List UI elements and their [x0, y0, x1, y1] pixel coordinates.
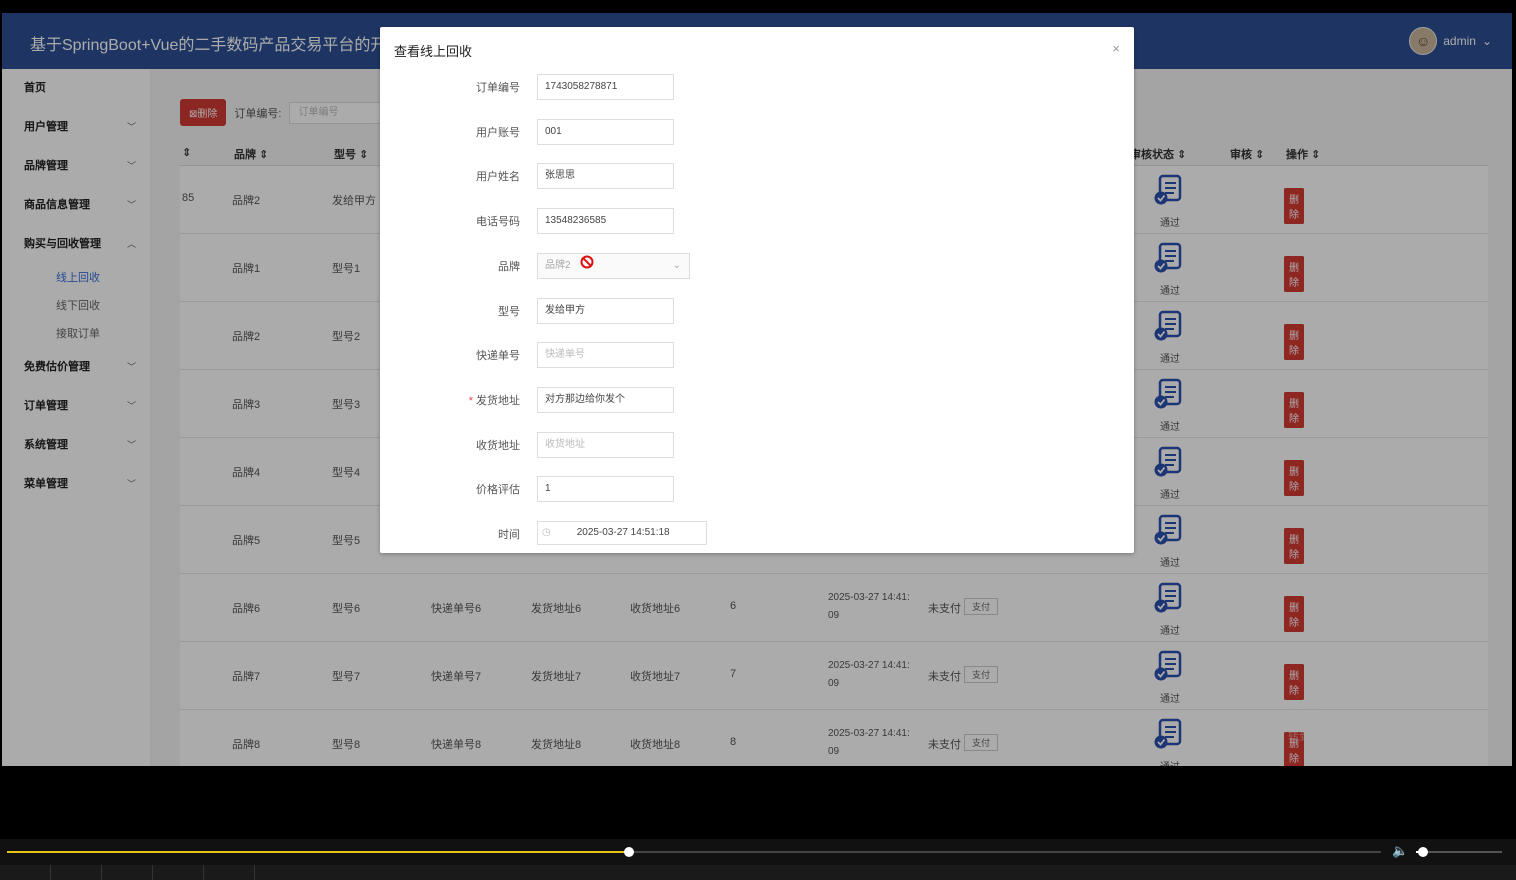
volume-slider[interactable] [1416, 847, 1502, 857]
clock-icon: ◷ [542, 527, 551, 538]
field-label: 用户姓名 [476, 171, 520, 184]
field-input[interactable]: 13548236585 [537, 208, 674, 235]
field-label: 价格评估 [476, 484, 520, 497]
taskbar-slot[interactable] [102, 865, 153, 880]
field-input[interactable]: 张思思 [537, 163, 674, 190]
seek-bar[interactable] [7, 847, 1381, 857]
form-row: 用户账号 001 [380, 118, 1134, 145]
chevron-down-icon: ⌄ [672, 259, 681, 271]
field-input[interactable]: 对方那边给你发个 [537, 386, 674, 413]
form-row: * 发货地址 对方那边给你发个 [380, 386, 1134, 413]
field-input[interactable]: 发给甲方 [537, 297, 674, 324]
field-label: 订单编号 [476, 82, 520, 94]
brand-select[interactable]: 品牌2 ⌄ [537, 252, 690, 279]
volume-handle[interactable] [1417, 847, 1428, 857]
field-input[interactable]: 001 [537, 118, 674, 145]
form-row: 快递单号 快递单号 [380, 342, 1134, 369]
taskbar-slot[interactable] [0, 865, 51, 880]
form-row: 用户姓名 张思思 [380, 163, 1134, 190]
seek-progress [7, 851, 630, 853]
taskbar-slot[interactable] [204, 865, 255, 880]
taskbar-strip [0, 865, 1516, 880]
form-row: 品牌 品牌2 ⌄ [380, 252, 1134, 279]
taskbar-slot[interactable] [153, 865, 204, 880]
form-row: 订单编号 1743058278871 [380, 74, 1134, 100]
form-row: 时间 ◷ 2025-03-27 14:51:18 [380, 521, 1134, 547]
form-row: 收货地址 收货地址 [380, 431, 1134, 458]
form-row: 价格评估 1 [380, 476, 1134, 503]
field-input[interactable]: 收货地址 [537, 431, 674, 458]
seek-handle[interactable] [624, 847, 635, 857]
form-row: 型号 发给甲方 [380, 297, 1134, 324]
field-label: 用户账号 [476, 126, 520, 139]
field-input[interactable]: 快递单号 [537, 342, 674, 369]
close-icon[interactable]: × [1112, 41, 1120, 56]
field-label: * 发货地址 [468, 394, 520, 407]
field-label: 快递单号 [476, 350, 520, 363]
field-label: 电话号码 [476, 216, 520, 229]
time-datepicker[interactable]: ◷ 2025-03-27 14:51:18 [537, 521, 707, 545]
field-label: 时间 [498, 529, 520, 541]
field-label: 品牌 [498, 260, 520, 273]
field-label: 型号 [498, 305, 520, 318]
volume-icon[interactable]: 🔈 [1392, 843, 1408, 859]
not-allowed-cursor-icon [580, 255, 594, 272]
field-input[interactable]: 1743058278871 [537, 74, 674, 100]
view-recycle-dialog: 查看线上回收 × 订单编号 1743058278871 用户账号 001 用户姓名 张思思… [380, 27, 1134, 553]
field-label: 收货地址 [476, 439, 520, 452]
field-input[interactable]: 1 [537, 476, 674, 503]
form-row: 电话号码 13548236585 [380, 208, 1134, 235]
taskbar-slot[interactable] [51, 865, 102, 880]
dialog-title: 查看线上回收 [394, 44, 473, 59]
required-asterisk: * [468, 394, 473, 407]
